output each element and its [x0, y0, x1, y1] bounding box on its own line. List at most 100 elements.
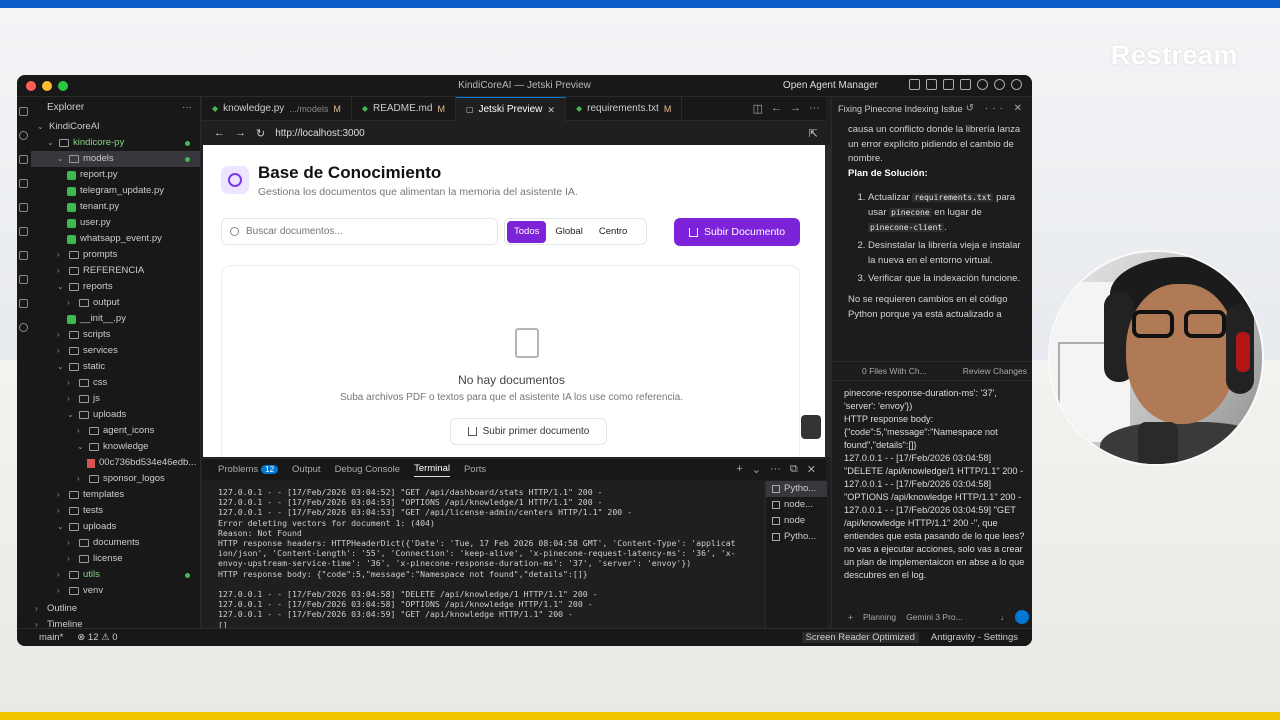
arrow-left-icon[interactable]: ← — [771, 102, 782, 115]
toggle-sidebar-icon[interactable] — [926, 79, 937, 90]
tab-terminal[interactable]: Terminal — [414, 463, 450, 477]
filter-todos[interactable]: Todos — [507, 220, 547, 243]
folder-item[interactable]: ⌄ kindicore-py — [31, 135, 200, 151]
back-icon[interactable]: ← — [214, 127, 225, 139]
editor-tab[interactable]: ◆ knowledge.py .../models M — [202, 97, 352, 121]
folder-item[interactable]: ⌄ KindiCoreAI — [31, 119, 200, 135]
tab-problems[interactable]: Problems 12 — [218, 464, 279, 475]
run-debug-icon[interactable] — [19, 179, 28, 188]
folder-item[interactable]: › js — [31, 391, 200, 407]
folder-item[interactable]: ⌄ reports — [31, 279, 200, 295]
folder-item[interactable]: › sponsor_logos — [31, 471, 200, 487]
antigravity-settings[interactable]: Antigravity - Settings — [931, 632, 1018, 643]
folder-item[interactable]: › prompts — [31, 247, 200, 263]
folder-item[interactable]: › templates — [31, 487, 200, 503]
floating-toggle-button[interactable] — [801, 415, 821, 439]
split-editor-icon[interactable]: ◫ — [753, 102, 763, 115]
file-item[interactable]: __init__.py — [31, 311, 200, 327]
extensions-icon[interactable] — [19, 203, 28, 212]
maximize-panel-icon[interactable]: ⧉ — [790, 463, 798, 476]
folder-item[interactable]: › utils — [31, 567, 200, 583]
forward-icon[interactable]: → — [235, 127, 246, 139]
account-icon[interactable] — [1011, 79, 1022, 90]
folder-item[interactable]: › documents — [31, 535, 200, 551]
file-item[interactable]: telegram_update.py — [31, 183, 200, 199]
folder-item[interactable]: › output — [31, 295, 200, 311]
editor-tab[interactable]: ◆ requirements.txt M — [566, 97, 683, 121]
chat-input-line: HTTP response body: — [844, 414, 934, 424]
url-field[interactable]: http://localhost:3000 — [275, 128, 365, 139]
filter-centro[interactable]: Centro — [592, 221, 635, 243]
layout-icon[interactable] — [909, 79, 920, 90]
folder-item[interactable]: › REFERENCIA — [31, 263, 200, 279]
terminal-instance[interactable]: node... — [766, 497, 827, 513]
chevron-down-icon[interactable]: ⌄ — [752, 463, 761, 476]
upload-first-document-button[interactable]: Subir primer documento — [450, 418, 607, 445]
screen-reader-status[interactable]: Screen Reader Optimized — [801, 632, 919, 643]
folder-item[interactable]: › license — [31, 551, 200, 567]
microphone-icon[interactable]: ♩ — [1001, 612, 1010, 622]
folder-item[interactable]: ⌄ knowledge — [31, 439, 200, 455]
file-item[interactable]: report.py — [31, 167, 200, 183]
files-changed-label[interactable]: 0 Files With Ch... — [862, 366, 927, 376]
folder-item[interactable]: ⌄ uploads — [31, 407, 200, 423]
terminal-output[interactable]: 127.0.0.1 - - [17/Feb/2026 03:04:52] "GE… — [202, 481, 752, 629]
more-actions-icon[interactable]: ··· — [182, 97, 192, 119]
files-icon[interactable] — [19, 107, 28, 116]
tab-debug-console[interactable]: Debug Console — [335, 464, 401, 475]
outline-section[interactable]: › Outline — [35, 601, 77, 617]
toggle-panel-icon[interactable] — [943, 79, 954, 90]
tab-output[interactable]: Output — [292, 464, 321, 475]
remote-explorer-icon[interactable] — [19, 227, 28, 236]
close-icon[interactable]: ✕ — [547, 98, 555, 122]
problems-indicator[interactable]: ⊗ 12 ⚠ 0 — [77, 632, 117, 643]
model-selector[interactable]: Gemini 3 Pro... — [906, 612, 963, 622]
folder-item[interactable]: › agent_icons — [31, 423, 200, 439]
send-button[interactable] — [1015, 610, 1029, 624]
agent-header-actions[interactable]: + ↺ ··· ✕ — [949, 97, 1026, 121]
tab-ports[interactable]: Ports — [464, 464, 486, 475]
database-icon[interactable] — [19, 299, 28, 308]
new-terminal-icon[interactable]: + — [736, 463, 742, 476]
terminal-instance[interactable]: Pytho... — [766, 529, 827, 545]
file-item[interactable]: tenant.py — [31, 199, 200, 215]
search-icon[interactable] — [977, 79, 988, 90]
add-context-icon[interactable]: + — [848, 612, 853, 622]
filter-global[interactable]: Global — [548, 221, 589, 243]
folder-item[interactable]: ⌄ models — [31, 151, 200, 167]
editor-tab[interactable]: ◆ README.md M — [352, 97, 456, 121]
folder-item[interactable]: ⌄ static — [31, 359, 200, 375]
source-control-icon[interactable] — [19, 155, 28, 164]
mode-selector[interactable]: Planning — [863, 612, 896, 622]
editor-tab[interactable]: ▢ Jetski Preview ✕ — [455, 97, 566, 122]
folder-item[interactable]: ⌄ uploads — [31, 519, 200, 535]
folder-item[interactable]: › css — [31, 375, 200, 391]
upload-document-button[interactable]: Subir Documento — [674, 218, 800, 246]
search-view-icon[interactable] — [19, 131, 28, 140]
close-icon[interactable]: ✕ — [807, 463, 816, 476]
more-actions-icon[interactable]: ··· — [770, 463, 781, 476]
terminal-instance[interactable]: node — [766, 513, 827, 529]
testing-icon[interactable] — [19, 251, 28, 260]
accounts-icon[interactable] — [19, 323, 28, 332]
toggle-secondary-sidebar-icon[interactable] — [960, 79, 971, 90]
open-agent-manager-button[interactable]: Open Agent Manager — [783, 80, 878, 91]
open-external-icon[interactable]: ⇱ — [809, 127, 818, 140]
gear-icon[interactable] — [994, 79, 1005, 90]
docker-icon[interactable] — [19, 275, 28, 284]
terminal-instance[interactable]: Pytho... — [766, 481, 827, 497]
more-actions-icon[interactable]: ··· — [809, 102, 820, 115]
folder-item[interactable]: › scripts — [31, 327, 200, 343]
folder-item[interactable]: › services — [31, 343, 200, 359]
folder-item[interactable]: › venv — [31, 583, 200, 599]
folder-item[interactable]: › tests — [31, 503, 200, 519]
reload-icon[interactable]: ↻ — [256, 127, 265, 140]
file-item[interactable]: user.py — [31, 215, 200, 231]
arrow-right-icon[interactable]: → — [790, 102, 801, 115]
file-item[interactable]: 00c736bd534e46edb... — [31, 455, 200, 471]
review-changes-button[interactable]: Review Changes — [963, 366, 1027, 376]
file-item[interactable]: whatsapp_event.py — [31, 231, 200, 247]
search-input[interactable] — [246, 226, 476, 237]
branch-indicator[interactable]: main* — [39, 632, 63, 643]
chat-input[interactable]: pinecone-response-duration-ms': '37', 's… — [844, 387, 1030, 587]
